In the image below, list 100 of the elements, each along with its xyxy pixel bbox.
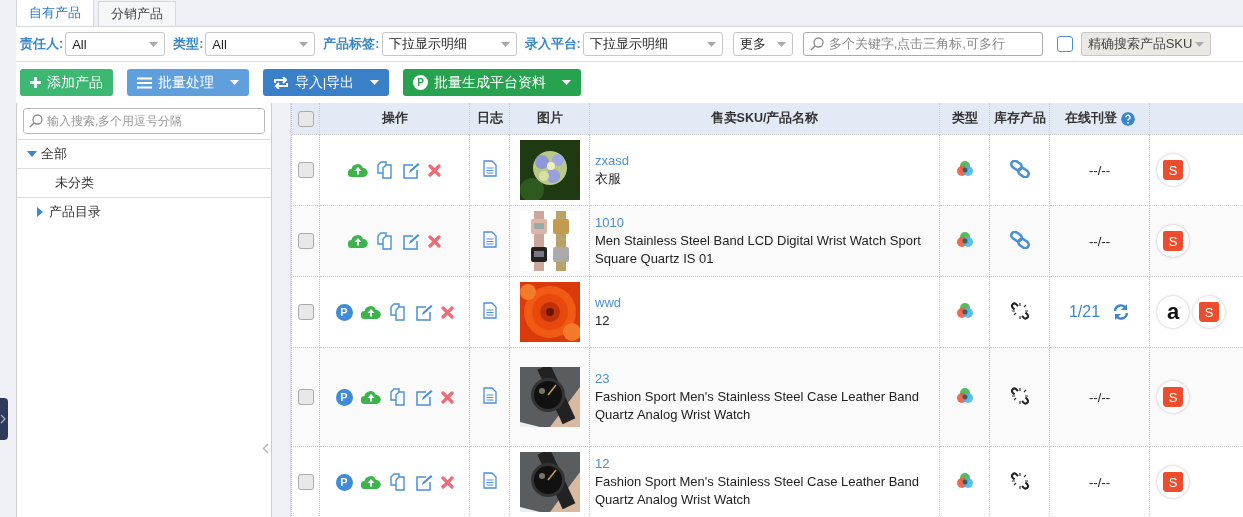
column-header: 图片 (536, 111, 563, 125)
caret-icon (370, 80, 380, 85)
column-header: 日志 (476, 111, 503, 125)
delete-icon[interactable] (428, 234, 441, 248)
p-badge-icon[interactable]: P (335, 473, 353, 491)
listing-count[interactable]: 1/21 (1068, 303, 1101, 321)
edit-icon[interactable] (402, 232, 420, 250)
cloud-upload-icon[interactable] (348, 163, 368, 177)
delete-icon[interactable] (440, 305, 454, 319)
document-icon[interactable] (482, 302, 497, 319)
edit-icon[interactable] (414, 303, 433, 321)
edit-icon[interactable] (402, 161, 420, 179)
caret-icon (149, 41, 159, 47)
shopping-bag-icon[interactable]: S (1157, 466, 1189, 498)
caret-icon (776, 41, 786, 47)
cloud-upload-icon[interactable] (360, 475, 381, 489)
copy-icon[interactable] (376, 161, 394, 179)
edit-icon[interactable] (414, 388, 433, 406)
filter-select[interactable]: All (205, 32, 316, 56)
link-icon[interactable] (1009, 159, 1030, 178)
delete-icon[interactable] (440, 390, 454, 404)
sku-link[interactable]: wwd (595, 294, 934, 312)
cloud-upload-icon[interactable] (360, 305, 381, 319)
cloud-upload-icon[interactable] (360, 390, 381, 404)
type-circles-icon (955, 387, 974, 404)
copy-icon[interactable] (376, 232, 394, 250)
p-badge-icon[interactable]: P (335, 388, 353, 406)
row-checkbox[interactable] (297, 162, 314, 179)
row-checkbox[interactable] (297, 304, 314, 321)
filter-label: 产品标签: (323, 35, 380, 53)
row-checkbox[interactable] (297, 474, 314, 491)
copy-icon[interactable] (388, 303, 407, 321)
filter-label: 类型: (173, 35, 204, 53)
tree-item[interactable]: 全部 (41, 145, 67, 163)
column-header: 库存产品 (993, 111, 1046, 125)
help-icon[interactable] (1120, 111, 1135, 126)
toolbar-button[interactable]: 导入|导出 (262, 69, 390, 96)
chevron-right-icon (0, 414, 6, 424)
document-icon[interactable] (482, 231, 497, 248)
cloud-upload-icon[interactable] (348, 234, 368, 248)
filter-select[interactable]: 下拉显示明细 (582, 32, 723, 56)
checkbox[interactable] (1056, 36, 1073, 52)
toolbar-button[interactable]: 批量处理 (127, 69, 249, 96)
caret-icon (500, 41, 510, 47)
sku-link[interactable]: 12 (595, 455, 934, 473)
sku-select[interactable]: 精确搜索产品SKU (1080, 32, 1211, 56)
caret-icon (561, 80, 571, 85)
document-icon[interactable] (482, 160, 497, 177)
filter-label: 责任人: (20, 35, 64, 53)
sku-link[interactable]: 23 (595, 370, 934, 388)
tree-item[interactable]: 产品目录 (49, 203, 101, 221)
broken-link-icon[interactable] (1010, 386, 1029, 405)
link-icon[interactable] (1009, 230, 1030, 249)
delete-icon[interactable] (428, 163, 441, 177)
row-checkbox[interactable] (297, 389, 314, 406)
shopping-bag-icon[interactable]: S (1157, 154, 1189, 186)
search-field[interactable]: 输入搜索,多个用逗号分隔 (23, 108, 265, 134)
filter-select[interactable]: All (65, 32, 166, 56)
product-name: Fashion Sport Men's Stainless Steel Case Leather Band Quartz Analog Wrist Watch (595, 473, 921, 509)
copy-icon[interactable] (388, 388, 407, 406)
column-header: 类型 (951, 111, 978, 125)
tab[interactable]: 自有产品 (16, 0, 94, 26)
tree-item[interactable]: 未分类 (55, 174, 94, 192)
delete-icon[interactable] (440, 475, 454, 489)
sku-link[interactable]: 1010 (595, 214, 934, 232)
p-badge-icon[interactable]: P (335, 303, 353, 321)
document-icon[interactable] (482, 387, 497, 404)
exchange-icon (272, 76, 289, 89)
toolbar-button[interactable]: 添加产品 (20, 69, 113, 96)
caret-icon (299, 41, 309, 47)
shopping-bag-icon[interactable]: S (1193, 296, 1225, 328)
type-circles-icon (955, 472, 974, 489)
sku-link[interactable]: zxasd (595, 152, 934, 170)
caret-down-icon[interactable] (27, 149, 37, 159)
caret-icon (1194, 41, 1204, 47)
toolbar-button[interactable]: P 批量生成平台资料 (403, 69, 581, 96)
p-badge-icon[interactable]: P (413, 75, 429, 90)
broken-link-icon[interactable] (1010, 471, 1029, 490)
edit-icon[interactable] (414, 473, 433, 491)
search-icon (29, 114, 43, 128)
tab[interactable]: 分销产品 (98, 1, 176, 26)
document-icon[interactable] (482, 472, 497, 489)
filter-select[interactable]: 下拉显示明细 (381, 32, 517, 56)
side-handle[interactable] (0, 398, 8, 440)
broken-link-icon[interactable] (1010, 301, 1029, 320)
more-select[interactable]: 更多 (732, 32, 793, 56)
caret-icon (706, 41, 716, 47)
amazon-logo-icon[interactable]: a (1157, 296, 1189, 328)
shopping-bag-icon[interactable]: S (1157, 381, 1189, 413)
type-circles-icon (955, 231, 974, 248)
keyword-field[interactable]: 多个关键字,点击三角标,可多行 (802, 32, 1043, 56)
select-all-checkbox[interactable] (297, 110, 314, 127)
caret-right-icon[interactable] (35, 207, 45, 217)
copy-icon[interactable] (388, 473, 407, 491)
listing-count: --/-- (1089, 389, 1110, 405)
product-name: 12 (595, 312, 611, 330)
refresh-icon[interactable] (1112, 303, 1131, 321)
row-checkbox[interactable] (297, 233, 314, 250)
chevron-left-icon[interactable] (262, 443, 269, 454)
shopping-bag-icon[interactable]: S (1157, 225, 1189, 257)
